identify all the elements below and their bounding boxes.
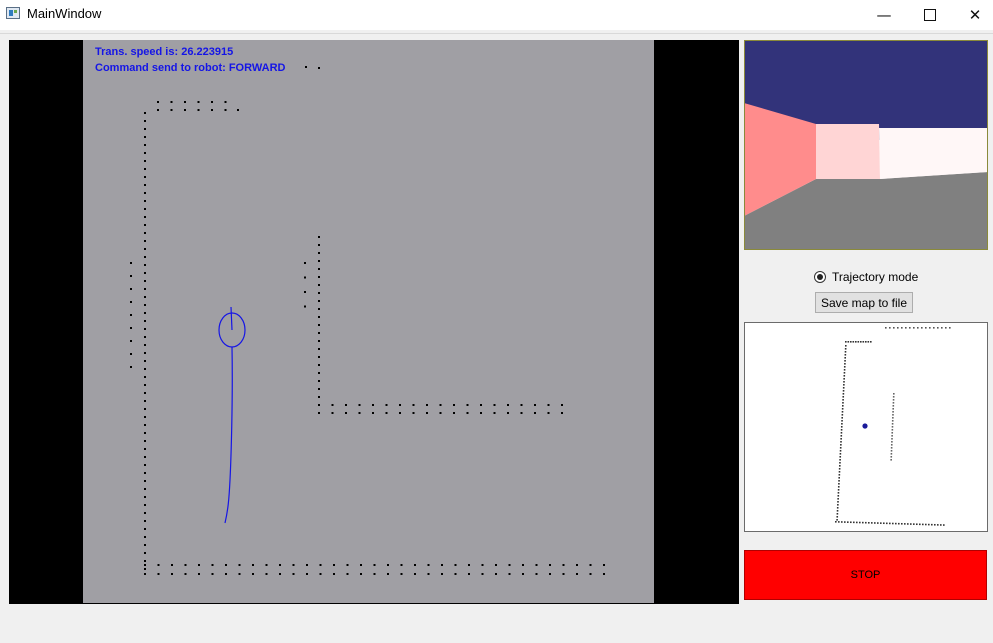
lidar-map-frame: Trans. speed is: 26.223915 Command send … (9, 40, 739, 604)
minimize-icon: — (876, 6, 892, 24)
camera-wall-front (816, 124, 880, 179)
mini-map (744, 322, 988, 532)
minimize-button[interactable]: — (861, 0, 907, 30)
mini-map-svg (835, 327, 951, 526)
radio-checked-icon[interactable] (814, 271, 826, 283)
app-icon (6, 7, 20, 19)
camera-view (744, 40, 988, 250)
trajectory-mode-radio[interactable]: Trajectory mode (814, 268, 918, 286)
stop-button[interactable]: STOP (744, 550, 987, 600)
lidar-map-canvas[interactable]: Trans. speed is: 26.223915 Command send … (83, 40, 654, 603)
camera-wall-right (879, 128, 988, 179)
maximize-icon (924, 9, 936, 21)
maximize-button[interactable] (907, 0, 953, 30)
title-bar: MainWindow — ✕ (0, 0, 993, 30)
save-map-button[interactable]: Save map to file (815, 292, 913, 313)
trajectory-mode-label: Trajectory mode (832, 270, 919, 284)
command-readout: Command send to robot: FORWARD (95, 62, 286, 74)
close-icon: ✕ (968, 6, 982, 24)
menu-strip (0, 30, 993, 40)
divider (0, 33, 993, 34)
speed-readout: Trans. speed is: 26.223915 (95, 46, 234, 58)
lidar-map-svg (130, 66, 605, 575)
close-button[interactable]: ✕ (952, 0, 993, 30)
window-title: MainWindow (27, 6, 102, 21)
